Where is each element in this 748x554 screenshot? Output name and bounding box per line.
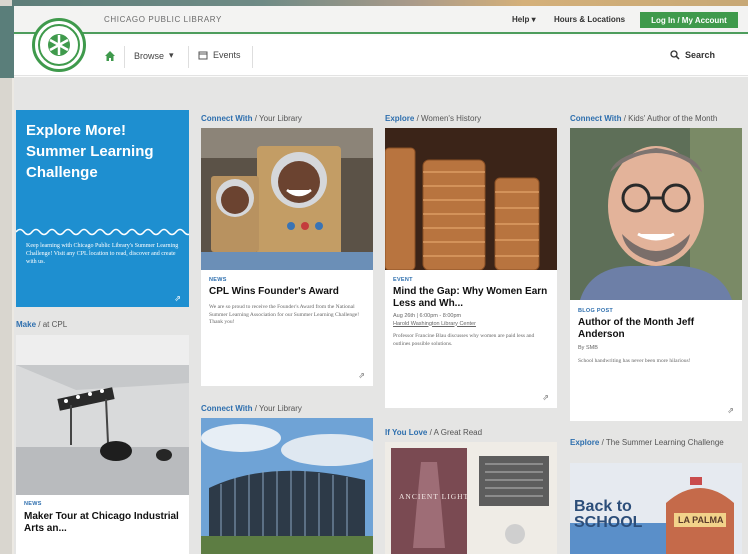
card-body: School handwriting has never been more h… (578, 357, 691, 364)
event-location-link[interactable]: Harold Washington Library Center (393, 321, 551, 329)
back-to-school-text: Back to SCHOOL (574, 498, 643, 531)
card-tag: BLOG POST (578, 308, 614, 314)
maker-tour-card[interactable]: NEWS Maker Tour at Chicago Industrial Ar… (16, 335, 189, 554)
summer-learning-promo[interactable]: Explore More! Summer Learning Challenge … (16, 110, 189, 307)
card-tag: EVENT (393, 277, 413, 283)
events-link[interactable]: Events (198, 50, 241, 60)
section-label-summer: Explore / The Summer Learning Challenge (570, 438, 724, 447)
section-label-connect: Connect With / Your Library (201, 404, 302, 413)
main-nav: Browse ▾ Events Search (14, 36, 748, 76)
cpl-logo[interactable] (32, 18, 86, 72)
author-byline: By SMB (578, 345, 598, 351)
card-title: CPL Wins Founder's Award (209, 286, 339, 297)
promo-body: Keep learning with Chicago Public Librar… (26, 243, 179, 265)
browser-screen: CHICAGO PUBLIC LIBRARY Help ▾ Hours & Lo… (14, 6, 748, 554)
nav-divider (252, 46, 253, 68)
teal-strip (0, 6, 14, 78)
chevron-down-icon: ▾ (169, 50, 174, 60)
back-to-school-card[interactable]: Back to SCHOOL LA PALMA (570, 463, 742, 554)
section-label-ifyoulove: If You Love / A Great Read (385, 428, 483, 437)
external-link-icon: ⇗ (174, 294, 181, 303)
great-read-card[interactable]: ANCIENT LIGHT (385, 442, 557, 554)
external-link-icon: ⇗ (542, 393, 549, 402)
kids-costume-photo (201, 128, 373, 270)
author-portrait-photo (570, 128, 742, 300)
card-tag: NEWS (209, 277, 227, 283)
external-link-icon: ⇗ (358, 371, 365, 380)
author-of-month-card[interactable]: BLOG POST Author of the Month Jeff Ander… (570, 128, 742, 421)
external-link-icon: ⇗ (727, 406, 734, 415)
search-icon (670, 50, 680, 60)
section-label-connect: Connect With / Your Library (201, 114, 302, 123)
search-button[interactable]: Search (670, 50, 715, 60)
card-body: Professor Francine Blau discusses why wo… (393, 333, 535, 347)
hours-locations-link[interactable]: Hours & Locations (554, 15, 625, 24)
nav-divider (124, 46, 125, 68)
book-cover-title: ANCIENT LIGHT (399, 492, 470, 501)
content-grid: Explore More! Summer Learning Challenge … (14, 77, 748, 554)
card-body: We are so proud to receive the Founder's… (209, 304, 360, 325)
stacked-coins-photo (385, 128, 557, 271)
nav-divider (188, 46, 189, 68)
library-building-card[interactable] (201, 418, 373, 554)
top-utility-bar: CHICAGO PUBLIC LIBRARY Help ▾ Hours & Lo… (14, 6, 748, 34)
home-icon[interactable] (104, 50, 116, 62)
photo-edge-left (0, 0, 12, 554)
section-label-make: Make / at CPL (16, 320, 68, 329)
library-star-icon (38, 24, 80, 66)
event-date: Aug 26th | 6:00pm - 8:00pm (393, 313, 462, 319)
mind-the-gap-card[interactable]: EVENT Mind the Gap: Why Women Earn Less … (385, 128, 557, 408)
card-title: Maker Tour at Chicago Industrial Arts an… (24, 511, 179, 534)
wave-divider (16, 228, 189, 236)
section-label-explore: Explore / Women's History (385, 114, 482, 123)
card-title: Mind the Gap: Why Women Earn Less and Wh… (393, 286, 548, 309)
login-button[interactable]: Log In / My Account (640, 12, 738, 28)
card-title: Author of the Month Jeff Anderson (578, 317, 695, 340)
promo-title: Explore More! Summer Learning Challenge (26, 122, 154, 181)
browse-menu[interactable]: Browse ▾ (134, 50, 174, 61)
maker-space-photo (16, 335, 189, 495)
help-menu[interactable]: Help ▾ (512, 15, 536, 24)
founders-award-card[interactable]: NEWS CPL Wins Founder's Award We are so … (201, 128, 373, 386)
brand-name: CHICAGO PUBLIC LIBRARY (104, 15, 222, 24)
library-building-photo (201, 418, 373, 554)
la-palma-sign: LA PALMA (678, 515, 724, 525)
calendar-icon (198, 51, 208, 60)
card-tag: NEWS (24, 501, 42, 507)
section-label-author: Connect With / Kids' Author of the Month (570, 114, 718, 123)
